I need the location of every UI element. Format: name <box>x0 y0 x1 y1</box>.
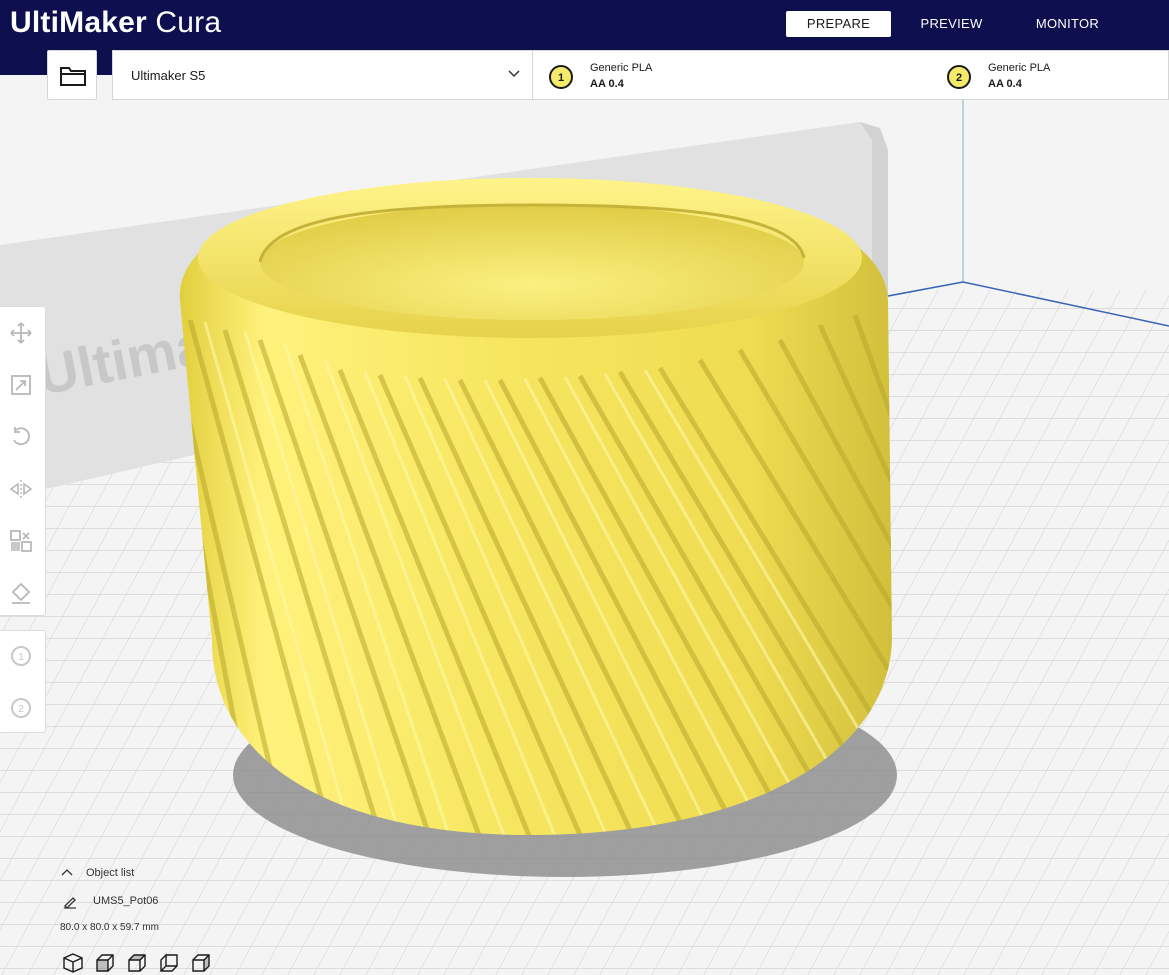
extruder-2-config[interactable]: 2 Generic PLA AA 0.4 <box>931 51 1169 99</box>
support-blocker-icon[interactable] <box>9 581 33 605</box>
extruder-1-config[interactable]: 1 Generic PLA AA 0.4 <box>533 51 833 99</box>
object-list-panel: Object list UMS5_Pot06 80.0 x 80.0 x 59.… <box>60 864 360 974</box>
rotate-icon[interactable] <box>9 425 33 449</box>
extruder-2-icon: 2 <box>947 65 971 89</box>
per-model-settings-icon[interactable] <box>9 529 33 553</box>
extruder-2-nozzle: AA 0.4 <box>988 78 1022 90</box>
mirror-icon[interactable] <box>9 477 33 501</box>
extruder-1-material: Generic PLA <box>590 62 653 74</box>
printer-config-bar: Ultimaker S5 1 Generic PLA AA 0.4 2 Gene… <box>112 50 1169 100</box>
extruder-tool-panel: 1 2 <box>0 630 46 733</box>
extruder-2-tool-icon[interactable]: 2 <box>9 696 33 720</box>
extruder-1-tool-icon[interactable]: 1 <box>9 644 33 668</box>
extruder-2-material: Generic PLA <box>988 62 1051 74</box>
3d-view-icon[interactable] <box>62 952 84 974</box>
chevron-up-icon[interactable] <box>61 868 73 878</box>
chevron-down-icon <box>508 70 520 78</box>
extruder-1-icon: 1 <box>549 65 573 89</box>
viewport-3d[interactable]: Ultimaker <box>0 0 1169 975</box>
svg-text:1: 1 <box>558 72 564 84</box>
tab-monitor[interactable]: MONITOR <box>1015 11 1120 37</box>
pencil-icon[interactable] <box>63 895 77 909</box>
app-product: Cura <box>155 6 222 39</box>
object-name[interactable]: UMS5_Pot06 <box>93 895 158 907</box>
printer-selector[interactable]: Ultimaker S5 <box>113 51 533 99</box>
folder-icon <box>60 67 86 86</box>
app-logo: UltiMaker Cura <box>10 4 221 42</box>
move-icon[interactable] <box>9 321 33 345</box>
app-brand: UltiMaker <box>10 6 147 39</box>
object-dimensions: 80.0 x 80.0 x 59.7 mm <box>60 922 159 933</box>
svg-text:1: 1 <box>18 652 24 663</box>
right-view-icon[interactable] <box>190 952 212 974</box>
top-view-icon[interactable] <box>126 952 148 974</box>
tab-preview[interactable]: PREVIEW <box>899 11 1004 37</box>
left-view-icon[interactable] <box>158 952 180 974</box>
scale-icon[interactable] <box>9 373 33 397</box>
tool-panel <box>0 306 46 616</box>
printer-name: Ultimaker S5 <box>131 68 206 83</box>
svg-text:2: 2 <box>956 72 962 84</box>
extruder-1-nozzle: AA 0.4 <box>590 78 624 90</box>
tab-prepare[interactable]: PREPARE <box>786 11 891 37</box>
model-pot[interactable] <box>175 178 900 838</box>
open-file-button[interactable] <box>47 50 97 100</box>
object-list-toggle[interactable]: Object list <box>86 867 134 879</box>
svg-text:2: 2 <box>18 704 24 715</box>
front-view-icon[interactable] <box>94 952 116 974</box>
